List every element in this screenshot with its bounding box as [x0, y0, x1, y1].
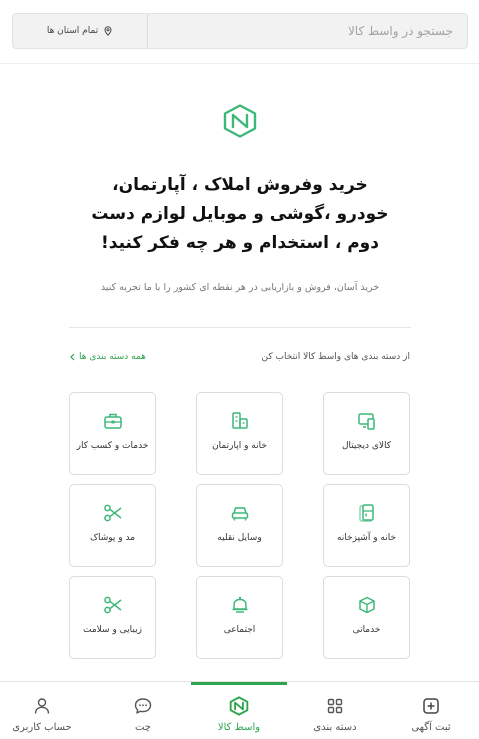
search-divider: [147, 14, 148, 48]
all-categories-link[interactable]: همه دسته بندی ها: [69, 352, 146, 362]
buildings-icon: [232, 412, 248, 429]
search-input[interactable]: جستجو در واسط کالا: [348, 14, 453, 48]
category-label: خانه و آشپزخانه: [336, 533, 397, 543]
plus-square-icon: [423, 698, 439, 714]
category-social[interactable]: اجتماعی: [196, 576, 283, 659]
nav-label: چت: [134, 722, 151, 733]
category-beauty-health[interactable]: زیبایی و سلامت: [69, 576, 156, 659]
category-fashion[interactable]: مد و پوشاک: [69, 484, 156, 567]
location-pin-icon: [104, 26, 112, 36]
category-label: خانه و اپارتمان: [212, 441, 267, 451]
category-home-kitchen[interactable]: خانه و آشپزخانه: [323, 484, 410, 567]
user-icon: [34, 698, 50, 714]
nav-post-ad[interactable]: ثبت آگهی: [383, 682, 479, 739]
province-selector[interactable]: تمام استان ها: [13, 14, 147, 48]
grid-icon: [327, 698, 343, 714]
briefcase-icon: [104, 413, 122, 429]
category-label: کالای دیجیتال: [341, 441, 392, 451]
hero-subtitle: خرید آسان، فروش و بازاریابی در هر نقطه ا…: [100, 282, 380, 293]
hero-line-3: دوم ، استخدام و هر چه فکر کنید!: [101, 233, 379, 253]
province-label: تمام استان ها: [46, 26, 99, 36]
nav-categories[interactable]: دسته بندی: [287, 682, 383, 739]
top-bar: جستجو در واسط کالا تمام استان ها: [0, 0, 479, 64]
nav-label: ثبت آگهی: [411, 722, 451, 733]
brand-logo-icon: [223, 104, 257, 138]
nav-label: حساب کاربری: [12, 722, 72, 733]
brand-logo-icon: [229, 696, 249, 716]
category-label: وسایل نقلیه: [217, 533, 262, 543]
category-label: خدماتی: [352, 625, 381, 635]
car-icon: [231, 507, 249, 521]
nav-label: واسط کالا: [217, 722, 261, 733]
nav-label: دسته بندی: [313, 722, 357, 733]
category-vehicles[interactable]: وسایل نقلیه: [196, 484, 283, 567]
chat-bubble-icon: [134, 698, 152, 714]
search-bar[interactable]: جستجو در واسط کالا تمام استان ها: [12, 13, 468, 49]
chevron-left-icon: [70, 353, 75, 361]
category-digital[interactable]: کالای دیجیتال: [323, 392, 410, 475]
section-divider: [69, 327, 411, 328]
scissors-icon: [104, 596, 122, 614]
category-label: مد و پوشاک: [89, 533, 136, 543]
category-services-business[interactable]: خدمات و کسب کار: [69, 392, 156, 475]
all-categories-label: همه دسته بندی ها: [79, 352, 146, 362]
category-services[interactable]: خدماتی: [323, 576, 410, 659]
hero-line-1: خرید وفروش املاک ، آپارتمان،: [112, 175, 368, 195]
scissors-icon: [104, 504, 122, 522]
hero-line-2: خودرو ،گوشی و موبایل لوازم دست: [91, 204, 389, 224]
nav-account[interactable]: حساب کاربری: [0, 682, 90, 739]
bell-icon: [232, 596, 248, 613]
category-label: اجتماعی: [223, 625, 256, 635]
bottom-navigation: ثبت آگهی دسته بندی واسط کالا چت حساب کار…: [0, 681, 479, 739]
refrigerator-icon: [359, 504, 374, 522]
category-label: خدمات و کسب کار: [76, 441, 149, 451]
category-label: زیبایی و سلامت: [83, 625, 142, 635]
categories-heading: از دسته بندی های واسط کالا انتخاب کن: [261, 352, 410, 362]
digital-devices-icon: [358, 413, 375, 430]
box-icon: [359, 596, 375, 614]
active-indicator: [191, 682, 287, 685]
category-realestate[interactable]: خانه و اپارتمان: [196, 392, 283, 475]
nav-chat[interactable]: چت: [95, 682, 191, 739]
nav-home-brand[interactable]: واسط کالا: [191, 682, 287, 739]
